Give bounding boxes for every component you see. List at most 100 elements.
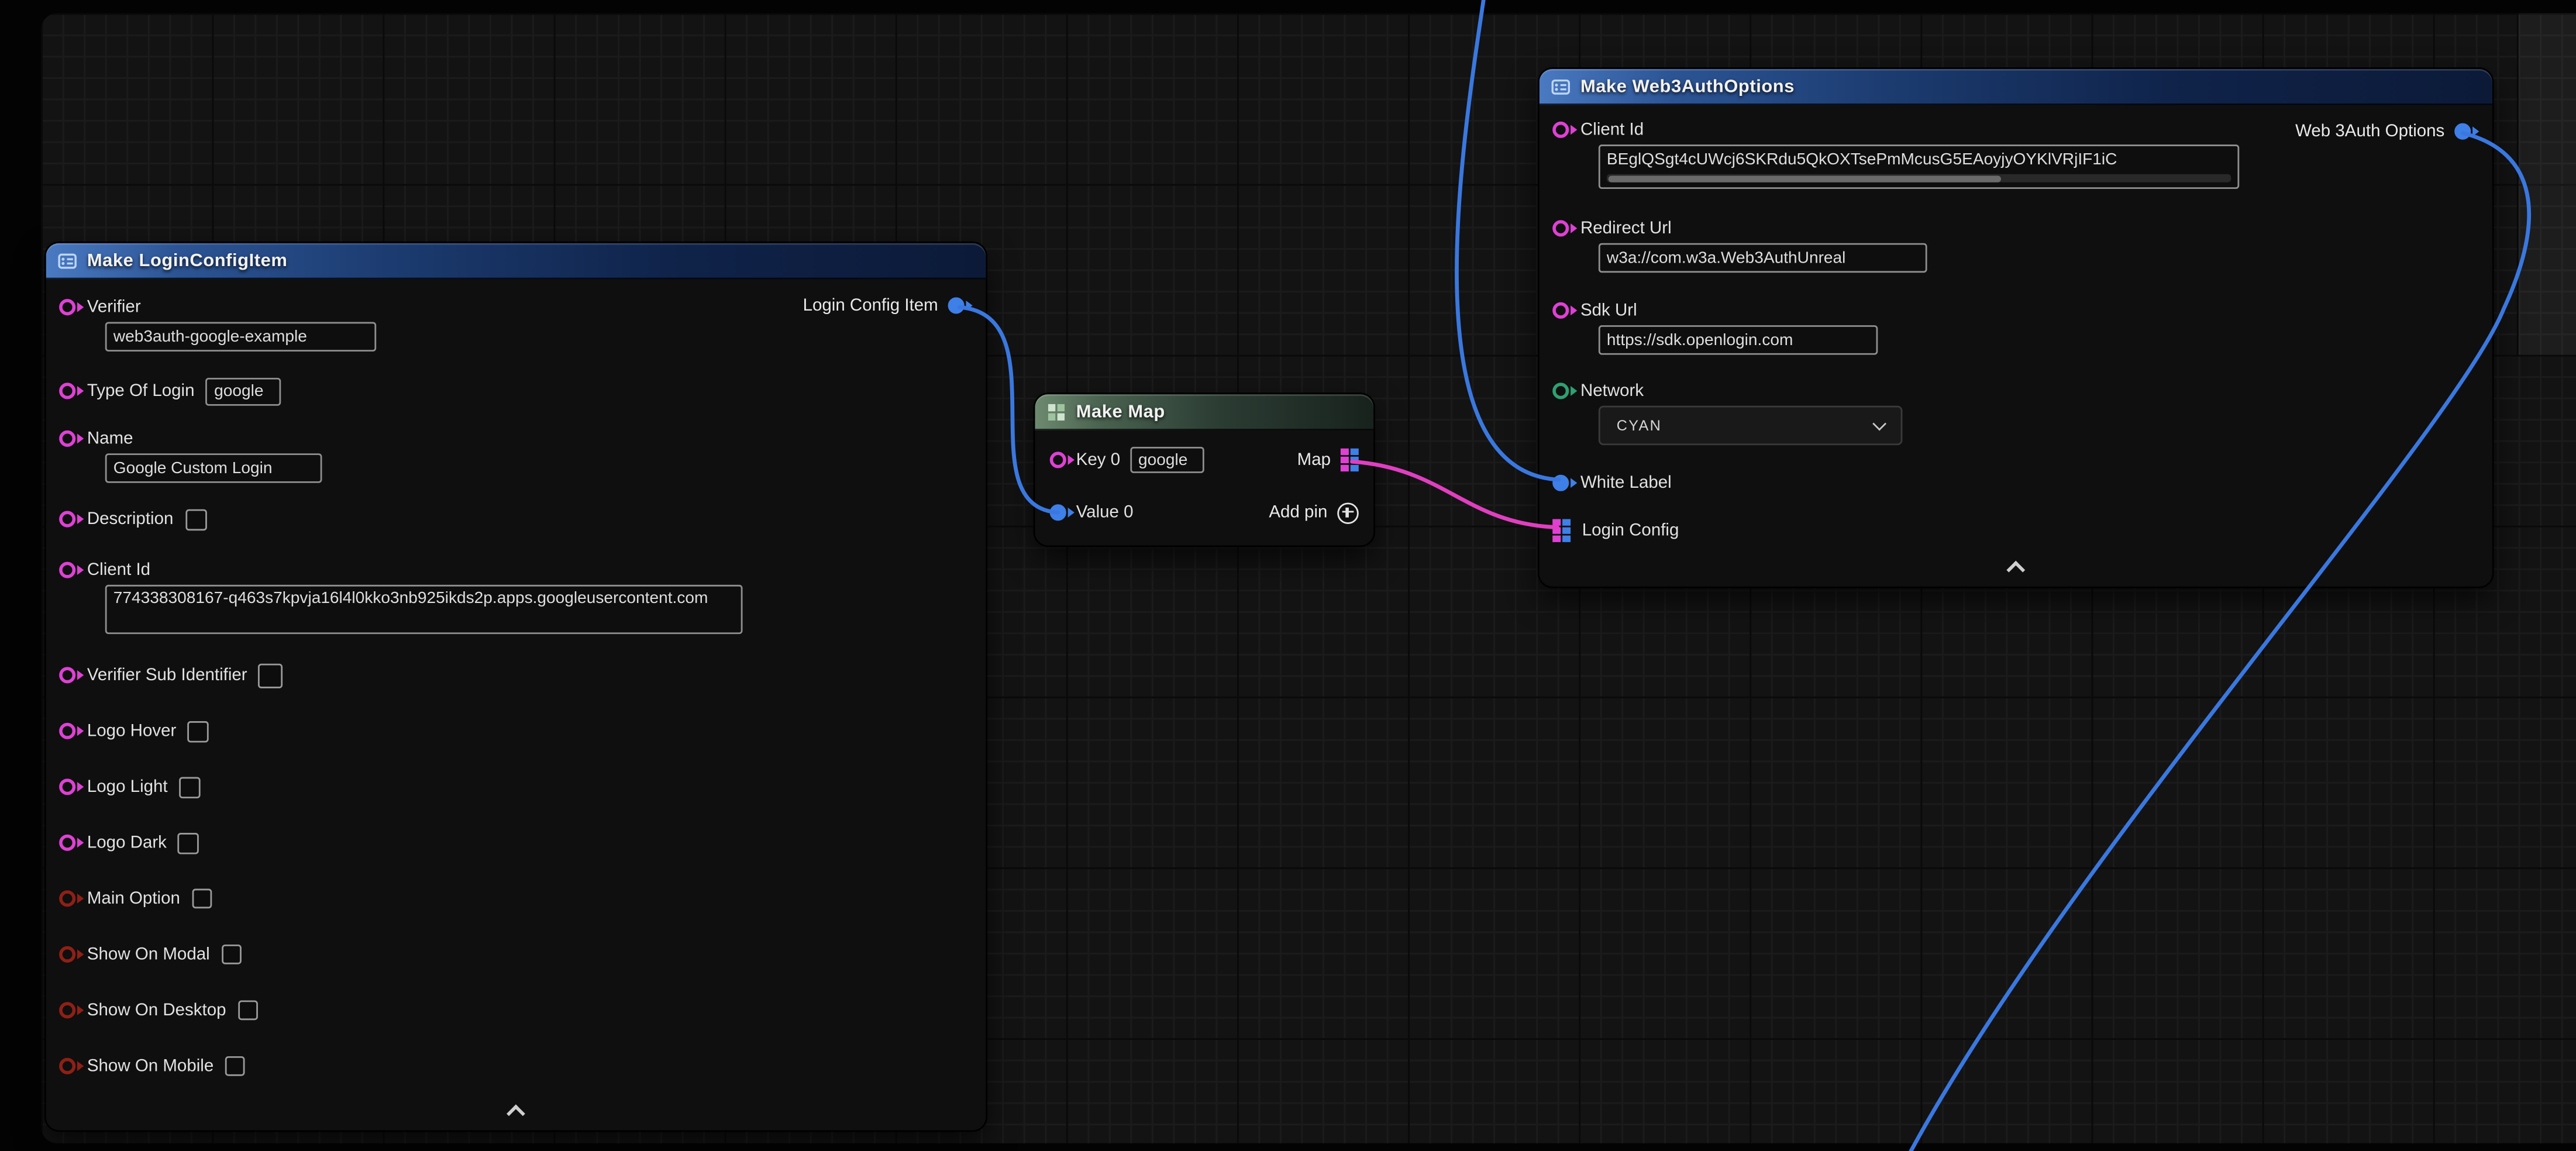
name-pin[interactable] <box>59 429 75 446</box>
output-login-config-item: Login Config Item <box>803 296 971 316</box>
main-option-label: Main Option <box>87 889 180 909</box>
logo-light-pin[interactable] <box>59 778 75 795</box>
key-0-input[interactable] <box>1130 447 1204 473</box>
description-input[interactable] <box>185 508 206 530</box>
client-id-pin[interactable] <box>59 561 75 577</box>
struct-node-icon <box>57 250 77 270</box>
sdk-url-label: Sdk Url <box>1580 300 1637 320</box>
white-label-label: White Label <box>1580 473 1672 493</box>
struct-node-icon <box>1551 77 1571 97</box>
node-title: Make LoginConfigItem <box>87 250 288 270</box>
pin-row-network: Network <box>1540 380 2492 401</box>
show-on-desktop-label: Show On Desktop <box>87 1000 226 1020</box>
redirect-url-label: Redirect Url <box>1580 218 1672 237</box>
show-on-modal-pin[interactable] <box>59 946 75 963</box>
pin-row-client-id: Client Id <box>46 559 986 580</box>
node-make-web3authoptions[interactable]: Make Web3AuthOptions Web 3Auth Options C… <box>1540 69 2492 587</box>
pin-row-logo-dark: Logo Dark <box>46 829 986 856</box>
verifier-sub-identifier-input[interactable] <box>259 663 283 687</box>
node-header[interactable]: Make LoginConfigItem <box>46 243 986 280</box>
logo-light-input[interactable] <box>179 776 201 798</box>
node-body: Web 3Auth Options Client Id BEglQSgt4cUW… <box>1540 105 2492 587</box>
key-0-pin[interactable] <box>1050 452 1066 468</box>
pin-row-show-on-mobile: Show On Mobile <box>46 1053 986 1079</box>
white-label-pin[interactable] <box>1552 475 1569 491</box>
node-title: Make Map <box>1076 402 1165 422</box>
redirect-url-pin[interactable] <box>1552 219 1569 236</box>
map-value-row: Value 0 Add pin <box>1035 496 1373 529</box>
main-option-checkbox[interactable] <box>192 889 212 909</box>
node-body: Login Config Item Verifier Type Of Login… <box>46 279 986 1130</box>
value-0-pin[interactable] <box>1050 504 1066 521</box>
show-on-mobile-pin[interactable] <box>59 1058 75 1074</box>
logo-dark-pin[interactable] <box>59 835 75 851</box>
pin-row-white-label: White Label <box>1540 470 2492 496</box>
map-node-icon <box>1046 402 1066 422</box>
login-config-item-output-pin[interactable] <box>948 297 965 313</box>
pin-row-main-option: Main Option <box>46 885 986 912</box>
add-pin-button[interactable] <box>1337 502 1359 523</box>
sdk-url-input[interactable] <box>1599 325 1878 355</box>
show-on-mobile-checkbox[interactable] <box>225 1056 245 1076</box>
verifier-pin[interactable] <box>59 298 75 315</box>
map-output-pin[interactable] <box>1341 449 1359 471</box>
show-on-modal-label: Show On Modal <box>87 945 210 964</box>
description-pin[interactable] <box>59 511 75 528</box>
add-pin-label: Add pin <box>1269 502 1327 522</box>
blueprint-editor-window: Make LoginConfigItem Login Config Item V… <box>0 0 2576 1151</box>
pin-row-type-of-login: Type Of Login <box>46 378 986 404</box>
node-header[interactable]: Make Map <box>1035 394 1373 430</box>
network-selected-value: CYAN <box>1617 417 1662 433</box>
login-config-label: Login Config <box>1582 521 1679 540</box>
node-make-loginconfigitem[interactable]: Make LoginConfigItem Login Config Item V… <box>46 243 986 1131</box>
type-of-login-input[interactable] <box>206 377 281 405</box>
output-pin-label: Web 3Auth Options <box>2295 122 2444 142</box>
type-of-login-pin[interactable] <box>59 382 75 399</box>
show-on-desktop-checkbox[interactable] <box>237 1000 257 1020</box>
network-pin[interactable] <box>1552 382 1569 398</box>
pin-row-logo-hover: Logo Hover <box>46 718 986 744</box>
client-id-label: Client Id <box>87 559 150 579</box>
node-header[interactable]: Make Web3AuthOptions <box>1540 69 2492 105</box>
show-on-desktop-pin[interactable] <box>59 1002 75 1018</box>
logo-dark-input[interactable] <box>178 832 200 854</box>
background-panel <box>2517 13 2576 354</box>
client-id-input[interactable]: 774338308167-q463s7kpvja16l4l0kko3nb925i… <box>105 585 743 634</box>
type-of-login-label: Type Of Login <box>87 381 195 401</box>
verifier-sub-identifier-pin[interactable] <box>59 667 75 683</box>
collapse-advanced-button[interactable] <box>46 1101 986 1121</box>
redirect-url-input[interactable] <box>1599 243 1927 273</box>
scrollbar-thumb[interactable] <box>1609 175 2002 181</box>
network-label: Network <box>1580 380 1644 400</box>
login-config-pin[interactable] <box>1552 519 1571 542</box>
show-on-modal-checkbox[interactable] <box>221 945 241 964</box>
verifier-label: Verifier <box>87 297 141 316</box>
logo-dark-label: Logo Dark <box>87 833 167 853</box>
pin-row-verifier-sub-identifier: Verifier Sub Identifier <box>46 662 986 688</box>
client-id-input[interactable]: BEglQSgt4cUWcj6SKRdu5QkOXTsePmMcusG5EAoy… <box>1599 144 2239 189</box>
chevron-up-icon <box>2006 561 2025 580</box>
logo-light-label: Logo Light <box>87 777 168 797</box>
map-key-row: Key 0 Map <box>1035 443 1373 476</box>
logo-hover-label: Logo Hover <box>87 721 177 741</box>
logo-hover-input[interactable] <box>188 721 209 742</box>
name-input[interactable] <box>105 453 322 483</box>
client-id-scrollbar[interactable] <box>1607 174 2231 182</box>
network-select[interactable]: CYAN <box>1599 406 1903 445</box>
node-make-map[interactable]: Make Map Key 0 Map Value 0 <box>1035 394 1373 545</box>
description-label: Description <box>87 509 174 529</box>
chevron-down-icon <box>1872 416 1886 430</box>
map-output-label: Map <box>1297 450 1331 470</box>
client-id-pin[interactable] <box>1552 120 1569 137</box>
output-web3auth-options: Web 3Auth Options <box>2295 122 2477 142</box>
logo-hover-pin[interactable] <box>59 723 75 739</box>
pin-row-show-on-modal: Show On Modal <box>46 941 986 967</box>
collapse-advanced-button[interactable] <box>1540 557 2492 577</box>
main-option-pin[interactable] <box>59 890 75 907</box>
web3auth-options-output-pin[interactable] <box>2454 123 2471 140</box>
sdk-url-pin[interactable] <box>1552 301 1569 318</box>
show-on-mobile-label: Show On Mobile <box>87 1056 213 1076</box>
pin-row-login-config: Login Config <box>1540 518 2492 544</box>
verifier-input[interactable] <box>105 322 376 352</box>
stage: Make LoginConfigItem Login Config Item V… <box>0 0 2576 1151</box>
